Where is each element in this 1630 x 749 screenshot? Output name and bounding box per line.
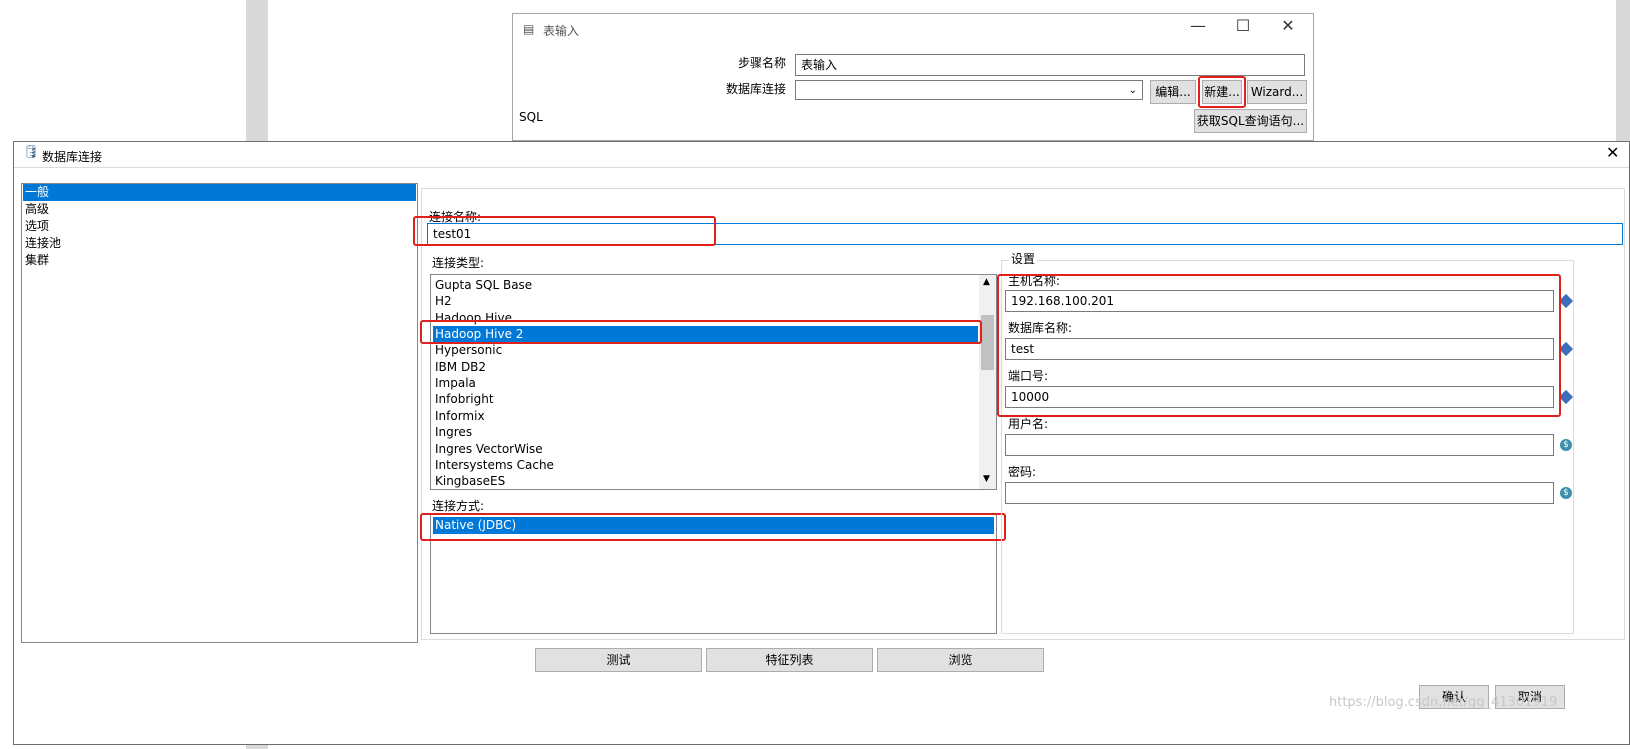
dollar-icon[interactable]: $: [1560, 439, 1572, 451]
db-conn-select[interactable]: ⌄: [795, 80, 1143, 100]
dollar-icon[interactable]: $: [1560, 487, 1572, 499]
password-input[interactable]: [1005, 482, 1554, 504]
edit-button[interactable]: 编辑...: [1150, 80, 1196, 104]
conn-type-item[interactable]: KingbaseES: [433, 473, 978, 489]
scroll-down-icon[interactable]: ▼: [983, 474, 990, 484]
background-panel-left: [246, 0, 268, 141]
conn-type-item[interactable]: Ingres VectorWise: [433, 441, 978, 458]
conn-type-item[interactable]: Intersystems Cache: [433, 457, 978, 474]
access-list: Native (JDBC): [430, 514, 997, 634]
sql-label: SQL: [519, 110, 543, 124]
conn-type-item[interactable]: Impala: [433, 375, 978, 392]
conn-type-item[interactable]: Gupta SQL Base: [433, 277, 978, 294]
conn-type-list: Gupta SQL Base H2 Hadoop Hive Hadoop Hive 2…: [430, 274, 997, 490]
chevron-down-icon: ⌄: [1128, 85, 1137, 96]
user-label: 用户名:: [1008, 417, 1049, 431]
host-input[interactable]: 192.168.100.201: [1005, 290, 1554, 312]
wizard-button[interactable]: Wizard...: [1247, 80, 1307, 104]
conn-type-item[interactable]: Informix: [433, 408, 978, 425]
table-input-window: ▤ 表输入 — ☐ ✕ 步骤名称 表输入 数据库连接 ⌄ 编辑... 新建...…: [512, 13, 1314, 141]
get-sql-button[interactable]: 获取SQL查询语句...: [1194, 109, 1307, 133]
watermark: https://blog.csdn.net/qq_41301919: [1329, 695, 1558, 710]
step-name-label: 步骤名称: [738, 56, 787, 70]
close-icon[interactable]: ✕: [1273, 16, 1303, 35]
table-input-icon: ▤: [523, 22, 535, 36]
user-input[interactable]: [1005, 434, 1554, 456]
title-separator: [14, 167, 1629, 168]
password-label: 密码:: [1008, 465, 1037, 479]
explore-button[interactable]: 浏览: [877, 648, 1044, 672]
database-icon: 🛢: [23, 145, 40, 160]
table-input-title: 表输入: [543, 24, 580, 38]
dbname-input[interactable]: test: [1005, 338, 1554, 360]
conn-type-item[interactable]: Hadoop Hive 2: [433, 326, 978, 344]
nav-item-clustering[interactable]: 集群: [23, 252, 415, 269]
dbname-label: 数据库名称:: [1008, 321, 1073, 335]
conn-type-label: 连接类型:: [432, 256, 485, 270]
nav-list: 一般 高级 选项 连接池 集群: [21, 183, 418, 643]
dialog-close-icon[interactable]: ✕: [1606, 143, 1619, 162]
access-item[interactable]: Native (JDBC): [433, 517, 994, 534]
conn-type-item[interactable]: IBM DB2: [433, 359, 978, 376]
conn-type-item[interactable]: H2: [433, 293, 978, 310]
conn-type-scrollbar[interactable]: ▲ ▼: [979, 275, 996, 489]
db-conn-label: 数据库连接: [726, 82, 787, 96]
test-button[interactable]: 测试: [535, 648, 702, 672]
new-button[interactable]: 新建...: [1202, 80, 1242, 104]
database-connection-dialog: 🛢 数据库连接 ✕ 一般 高级 选项 连接池 集群 连接名称: test01 连…: [13, 141, 1630, 745]
background-panel-right: [1616, 0, 1630, 141]
nav-item-options[interactable]: 选项: [23, 218, 415, 235]
nav-item-general[interactable]: 一般: [23, 184, 416, 201]
access-label: 连接方式:: [432, 499, 485, 513]
conn-type-item[interactable]: Infobright: [433, 391, 978, 408]
background-panel-bottom: [246, 745, 268, 749]
conn-type-item[interactable]: Hypersonic: [433, 342, 978, 359]
scroll-thumb[interactable]: [981, 315, 994, 370]
dialog-title: 数据库连接: [42, 150, 103, 164]
port-label: 端口号:: [1008, 369, 1049, 383]
settings-label: 设置: [1009, 250, 1038, 267]
host-label: 主机名称:: [1008, 274, 1061, 288]
port-input[interactable]: 10000: [1005, 386, 1554, 408]
scroll-up-icon[interactable]: ▲: [983, 277, 990, 287]
nav-item-advanced[interactable]: 高级: [23, 201, 415, 218]
step-name-input[interactable]: 表输入: [795, 54, 1305, 76]
minimize-icon[interactable]: —: [1183, 16, 1213, 35]
conn-type-item[interactable]: Ingres: [433, 424, 978, 441]
conn-name-input[interactable]: test01: [427, 223, 1623, 245]
maximize-icon[interactable]: ☐: [1228, 16, 1258, 35]
nav-item-pooling[interactable]: 连接池: [23, 235, 415, 252]
features-button[interactable]: 特征列表: [706, 648, 873, 672]
conn-type-item[interactable]: Hadoop Hive: [433, 310, 978, 327]
